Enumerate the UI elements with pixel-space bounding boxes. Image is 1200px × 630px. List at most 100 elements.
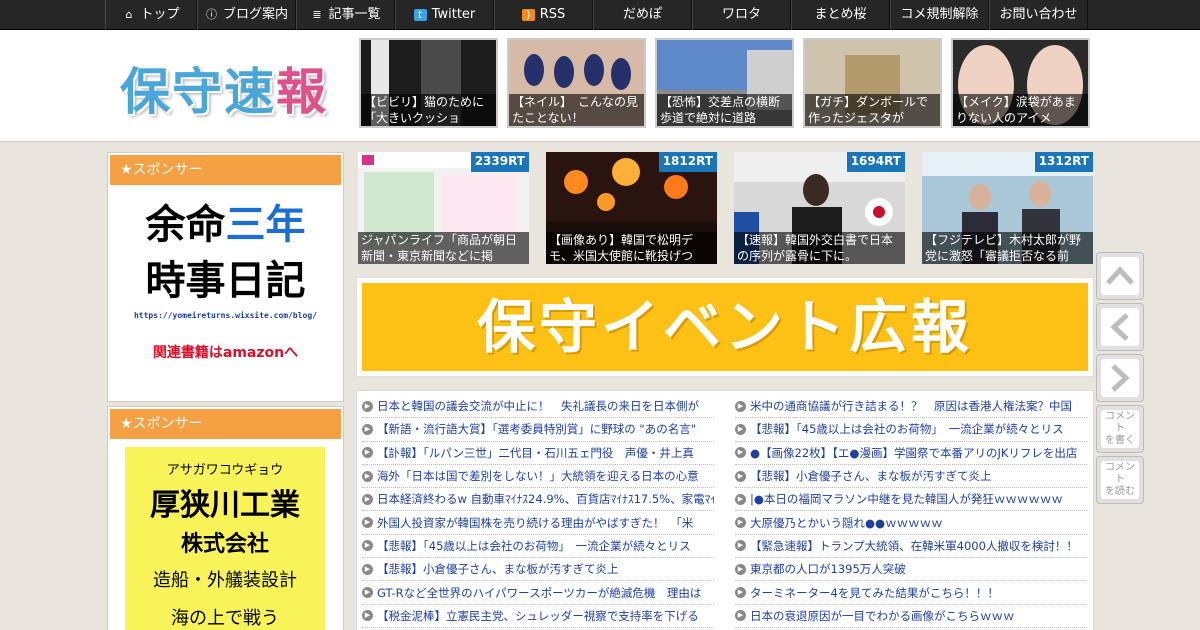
ad-title-accent: 三年 [225,202,306,248]
news-list: ▶ 日本と韓国の議会交流が中止に！ 失礼議長の来日を日本側が ▶ 【新語・流行語大賞… [356,390,1094,630]
news-link[interactable]: ▶ 米中の通商協議が行き詰まる！？ 原因は香港人権法案？中国 [735,395,1087,419]
news-link[interactable]: ▶ 大原優乃とかいう隠れ●●ｗｗｗｗｗ [735,511,1087,535]
chevron-right-icon [1101,359,1139,397]
nav-comment-unblock[interactable]: コメ規制解除 [890,0,989,30]
arrow-bullet-icon: ▶ [362,470,373,482]
news-title: 東京都の人口が1395万人突破 [750,562,906,577]
news-link[interactable]: ▶ 外国人投資家が韓国株を売り続ける理由がやばすぎた！ 「米 [362,511,714,535]
news-link[interactable]: ▶ 【税金泥棒】立憲民主党、シュレッダー視察で支持率を下げる [362,605,714,628]
news-link[interactable]: ▶ |●本日の福岡マラソン中継を見た韓国人が発狂ｗｗｗｗｗｗ [735,488,1087,512]
rt-post[interactable]: 1694RT 【速報】韓国外交白書で日本の序列が露骨に下に。 [734,152,905,264]
nav-article-list[interactable]: ≣ 記事一覧 [296,0,395,30]
news-title: 海外「日本は国で差別をしない！」大統領を迎える日本の心意 [377,469,699,484]
nav-blog-info[interactable]: ⓘ ブログ案内 [197,0,296,30]
news-link[interactable]: ▶ 【悲報】小倉優子さん、まな板が汚すぎて炎上 [362,558,714,582]
event-banner[interactable]: 保守イベント広報 [356,277,1094,377]
news-title: 外国人投資家が韓国株を売り続ける理由がやばすぎた！ 「米 [377,515,694,530]
arrow-bullet-icon: ▶ [362,563,373,575]
arrow-bullet-icon: ▶ [735,447,746,459]
featured-caption: 【恐怖】交差点の横断歩道で絶対に道路 [657,94,792,126]
news-link[interactable]: ▶ GT-Rなど全世界のハイパワースポーツカーが絶滅危機 理由は [362,581,714,605]
rt-caption: ジャパンライフ「商品が朝日新聞・東京新聞などに掲 [358,232,529,264]
arrow-bullet-icon: ▶ [735,423,746,435]
arrow-bullet-icon: ▶ [735,540,746,552]
sponsor-ad-yomei[interactable]: 余命三年 時事日記 https://yomeireturns.wixsite.c… [118,193,333,393]
top-nav: ⌂ トップ ⓘ ブログ案内 ≣ 記事一覧 t Twitter ) RSS だめぽ… [0,0,1200,30]
news-title: 【新語・流行語大賞】「選考委員特別賞」に野球の "あの名言" [377,422,696,437]
nav-label: まとめ桜 [814,7,867,22]
arrow-bullet-icon: ▶ [735,517,746,529]
sponsor-box: ★スポンサー 余命三年 時事日記 https://yomeireturns.wi… [107,152,344,402]
arrow-bullet-icon: ▶ [362,447,373,459]
arrow-bullet-icon: ▶ [735,610,746,622]
news-link[interactable]: ▶ 日本経済終わるw 自動車ﾏｲﾅｽ24.9%、百貨店ﾏｲﾅｽ17.5%、家電ﾏｲ [362,488,714,512]
nav-label: だめぽ [622,7,662,22]
next-article-button[interactable] [1096,354,1144,402]
news-link[interactable]: ▶ 【悲報】小倉優子さん、まな板が汚すぎて炎上 [735,465,1087,489]
site-header: 保守速報 【ビビリ】猫のために「大きいクッショ 【ネイル】 こんなの見たことない… [0,30,1200,142]
nav-label: ブログ案内 [222,7,288,22]
news-link[interactable]: ▶ 日本の衰退原因が一目でわかる画像がこちらｗｗｗ [735,605,1087,628]
news-title: 大原優乃とかいう隠れ●●ｗｗｗｗｗ [750,515,943,530]
news-title: 【悲報】「45歳以上は会社のお荷物」 一流企業が続々とリス [750,422,1064,437]
rt-count-badge: 1694RT [846,152,905,172]
news-link[interactable]: ▶ 東京都の人口が1395万人突破 [735,558,1087,582]
write-comment-button[interactable]: コメント を書く [1096,405,1144,453]
nav-label: 記事一覧 [328,7,381,22]
nav-home[interactable]: ⌂ トップ [105,0,197,30]
news-title: 日本経済終わるw 自動車ﾏｲﾅｽ24.9%、百貨店ﾏｲﾅｽ17.5%、家電ﾏｲ [377,492,714,507]
rt-caption: 【画像あり】韓国で松明デモ、米国大使館に靴投げつ [546,232,717,264]
ad-url: https://yomeireturns.wixsite.com/blog/ [133,311,318,320]
read-comment-button[interactable]: コメント を読む [1096,456,1144,504]
info-icon: ⓘ [205,8,217,21]
rt-post[interactable]: 1812RT 【画像あり】韓国で松明デモ、米国大使館に靴投げつ [546,152,717,264]
nav-label: コメ規制解除 [900,7,979,22]
news-link[interactable]: ▶ 日本と韓国の議会交流が中止に！ 失礼議長の来日を日本側が [362,395,714,419]
news-link[interactable]: ▶ ターミネーター4を見てみた結果がこちら！！！ [735,581,1087,605]
nav-warota[interactable]: ワロタ [692,0,791,30]
nav-label: RSS [539,7,566,22]
rt-post[interactable]: 2339RT ジャパンライフ「商品が朝日新聞・東京新聞などに掲 [358,152,529,264]
prev-article-button[interactable] [1096,303,1144,351]
ad-amazon-link: 関連書籍はamazonへ [152,345,299,361]
featured-post[interactable]: 【メイク】涙袋があまりない人のアイメ [951,38,1090,128]
sponsor-heading: ★スポンサー [110,155,341,185]
news-title: 【悲報】小倉優子さん、まな板が汚すぎて炎上 [377,562,619,577]
nav-twitter[interactable]: t Twitter [395,0,494,30]
arrow-bullet-icon: ▶ [735,493,746,505]
arrow-bullet-icon: ▶ [362,493,373,505]
news-link[interactable]: ▶ 【訃報】「ルパン三世」二代目・石川五ェ門役 声優・井上真 [362,442,714,465]
news-link[interactable]: ▶ 海外「日本は国で差別をしない！」大統領を迎える日本の心意 [362,465,714,489]
news-link[interactable]: ▶ 【緊急速報】トランプ大統領、在韓米軍4000人撤収を検討！！ [735,535,1087,559]
sponsor-ad-asagawa[interactable]: アサガワコウギョウ 厚狭川工業 株式会社 造船・外艤装設計 海の上で戦う [125,447,325,630]
news-link[interactable]: ▶ 【悲報】「45歳以上は会社のお荷物」 一流企業が続々とリス [735,418,1087,442]
arrow-bullet-icon: ▶ [362,423,373,435]
news-title: |●本日の福岡マラソン中継を見た韓国人が発狂ｗｗｗｗｗｗ [750,492,1063,507]
featured-post[interactable]: 【恐怖】交差点の横断歩道で絶対に道路 [655,38,794,128]
nav-rss[interactable]: ) RSS [494,0,593,30]
event-banner-label: 保守イベント広報 [362,283,1088,371]
news-link[interactable]: ▶ ●【画像22枚】【エ●漫画】学園祭で本番アリのJKリフレを出店 [735,442,1087,465]
news-title: GT-Rなど全世界のハイパワースポーツカーが絶滅危機 理由は [377,585,702,600]
featured-post[interactable]: 【ネイル】 こんなの見たことない！ [507,38,646,128]
nav-contact[interactable]: お問い合わせ [989,0,1088,30]
nav-label: トップ [140,7,180,22]
nav-matome[interactable]: まとめ桜 [791,0,890,30]
news-column-right: ▶ 米中の通商協議が行き詰まる！？ 原因は香港人権法案？中国 ▶ 【悲報】「45歳以… [735,395,1087,628]
featured-post[interactable]: 【ビビリ】猫のために「大きいクッショ [359,38,498,128]
site-logo[interactable]: 保守速報 [120,52,326,122]
rt-post[interactable]: 1312RT 【フジテレビ】木村太郎が野党に激怒「審議拒否なる前 [922,152,1093,264]
nav-damepo[interactable]: だめぽ [593,0,692,30]
rt-count-badge: 2339RT [470,152,529,172]
news-title: 米中の通商協議が行き詰まる！？ 原因は香港人権法案？中国 [750,399,1072,414]
ad-subtitle: 時事日記 [145,258,306,304]
news-link[interactable]: ▶ 【新語・流行語大賞】「選考委員特別賞」に野球の "あの名言" [362,418,714,442]
news-link[interactable]: ▶ 【悲報】「45歳以上は会社のお荷物」 一流企業が続々とリス [362,535,714,559]
scroll-top-button[interactable] [1096,252,1144,300]
news-title: ●【画像22枚】【エ●漫画】学園祭で本番アリのJKリフレを出店 [750,445,1078,460]
ad-title-part: 余命 [145,202,226,248]
rt-count-badge: 1812RT [658,152,717,172]
arrow-bullet-icon: ▶ [735,587,746,599]
ad-description: 造船・外艤装設計 [153,570,297,591]
featured-post[interactable]: 【ガチ】ダンボールで作ったジェスタが [803,38,942,128]
